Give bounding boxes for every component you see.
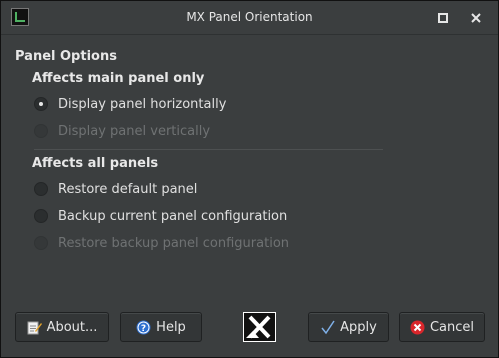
close-icon[interactable] <box>469 10 483 24</box>
radio-button[interactable] <box>34 209 48 223</box>
separator <box>34 149 383 150</box>
radio-button[interactable] <box>34 182 48 196</box>
checkmark-icon <box>320 320 335 335</box>
radio-backup-current[interactable]: Backup current panel configuration <box>34 206 287 226</box>
radio-button[interactable] <box>34 236 48 250</box>
about-label: About... <box>46 319 98 335</box>
dialog-window: MX Panel Orientation Panel Options Affec… <box>0 0 499 358</box>
radio-restore-default[interactable]: Restore default panel <box>34 179 197 199</box>
document-edit-icon <box>27 320 42 335</box>
panel-options-heading: Panel Options <box>15 49 117 64</box>
title-bar[interactable]: MX Panel Orientation <box>1 1 498 35</box>
svg-text:?: ? <box>141 324 146 334</box>
window-title: MX Panel Orientation <box>186 10 313 24</box>
radio-label: Backup current panel configuration <box>58 208 288 224</box>
radio-label: Display panel vertically <box>58 123 211 139</box>
cancel-label: Cancel <box>429 319 475 335</box>
help-icon: ? <box>136 320 151 335</box>
help-button[interactable]: ? Help <box>120 312 202 342</box>
radio-label: Restore default panel <box>58 181 198 197</box>
help-label: Help <box>156 319 186 335</box>
main-panel-group-heading: Affects main panel only <box>32 71 205 86</box>
apply-button[interactable]: Apply <box>308 312 389 342</box>
cancel-icon <box>410 320 425 335</box>
maximize-icon[interactable] <box>436 10 450 24</box>
radio-button[interactable] <box>34 97 48 111</box>
radio-restore-backup[interactable]: Restore backup panel configuration <box>34 233 289 253</box>
radio-label: Restore backup panel configuration <box>58 235 290 251</box>
radio-display-vertically[interactable]: Display panel vertically <box>34 121 210 141</box>
radio-button[interactable] <box>34 124 48 138</box>
apply-label: Apply <box>340 319 377 335</box>
radio-label: Display panel horizontally <box>58 96 227 112</box>
about-button[interactable]: About... <box>15 312 109 342</box>
all-panels-group-heading: Affects all panels <box>32 156 159 171</box>
radio-display-horizontally[interactable]: Display panel horizontally <box>34 94 226 114</box>
mx-logo-icon <box>243 312 276 342</box>
cancel-button[interactable]: Cancel <box>399 312 485 342</box>
